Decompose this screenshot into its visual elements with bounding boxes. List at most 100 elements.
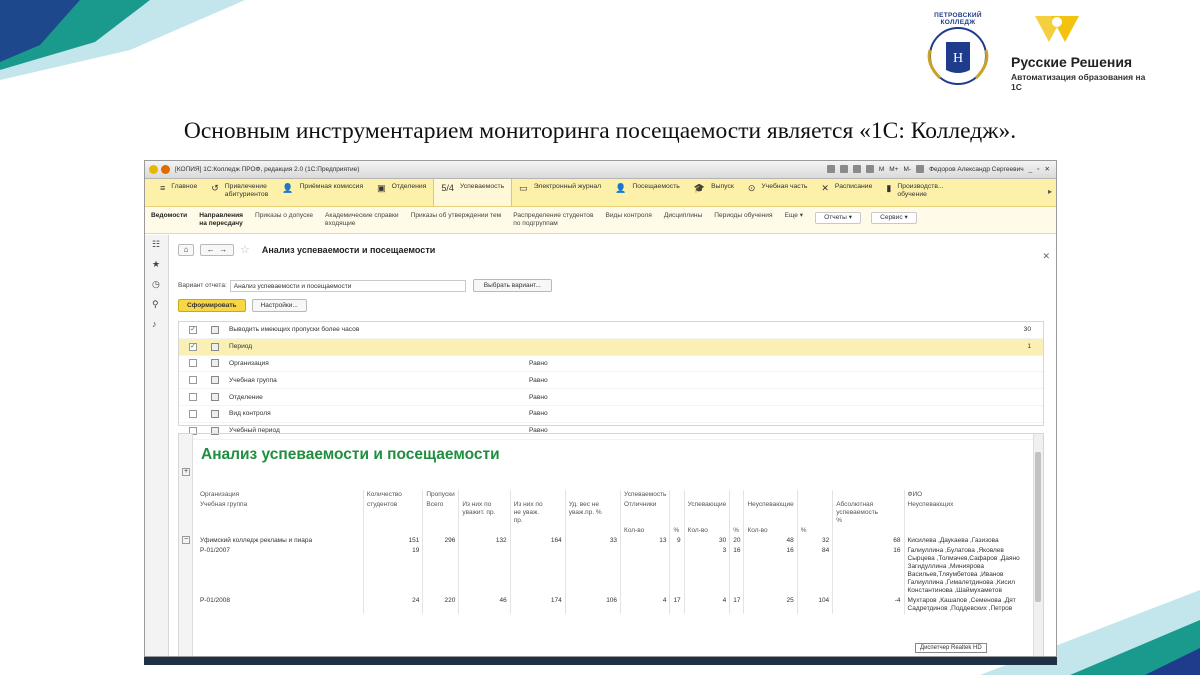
- sub-menu-item[interactable]: Приказы о допуске: [255, 212, 313, 220]
- favorites-star-icon[interactable]: ★: [152, 259, 160, 270]
- choose-variant-button[interactable]: Выбрать вариант...: [472, 279, 552, 292]
- sub-menu-item[interactable]: Приказы об утверждении тем: [411, 212, 502, 220]
- search-icon[interactable]: ⚲: [152, 299, 159, 310]
- table-cell: Количество: [363, 490, 424, 500]
- sub-menu-item[interactable]: Периоды обучения: [714, 212, 772, 220]
- menu-grid-icon[interactable]: ☷: [152, 239, 160, 250]
- sub-menu-item[interactable]: Еще ▾: [785, 212, 804, 220]
- restore-icon[interactable]: ▫: [1037, 166, 1039, 173]
- main-menu-label: Главное: [171, 183, 198, 190]
- table-cell: ФИО: [904, 490, 1036, 500]
- table-cell: Из них по уважит. пр.: [458, 500, 511, 526]
- sub-menu-button[interactable]: Отчеты ▾: [815, 212, 862, 224]
- back-forward-buttons[interactable]: ← →: [200, 243, 234, 256]
- collapse-icon[interactable]: −: [182, 536, 190, 544]
- table-cell: [669, 500, 685, 526]
- row-condition[interactable]: Равно: [529, 360, 548, 367]
- history-icon[interactable]: [916, 165, 925, 173]
- variant-input[interactable]: Анализ успеваемости и посещаемости: [229, 279, 466, 292]
- table-cell: 17: [729, 596, 745, 614]
- table-cell: %: [729, 526, 745, 536]
- main-menu-label: Расписание: [834, 183, 873, 190]
- favorite-star-icon[interactable]: ☆: [240, 243, 250, 256]
- row-checkbox[interactable]: [189, 376, 197, 385]
- form-title: Анализ успеваемости и посещаемости: [261, 244, 436, 255]
- main-menu-item[interactable]: 👤 Приёмная комиссия: [275, 179, 370, 206]
- row-type-icon: [211, 342, 219, 351]
- menu-item-icon: ▮: [886, 183, 892, 193]
- user-name[interactable]: Федоров Александр Сергеевич: [929, 166, 1024, 173]
- form-area: ⌂ ← → ☆ Анализ успеваемости и посещаемос…: [170, 235, 1056, 656]
- table-cell: Р-01/2007: [197, 546, 364, 596]
- minimize-icon[interactable]: _: [1029, 166, 1033, 173]
- sub-menu-item[interactable]: Академические справки входящие: [325, 212, 399, 228]
- settings-button[interactable]: Настройки...: [251, 299, 307, 312]
- memory-mplus[interactable]: M+: [889, 166, 898, 173]
- menu-item-icon: 🎓: [693, 183, 706, 193]
- report-settings: ✓ Выводить имеющих пропуски более часов 30…: [178, 321, 1044, 440]
- main-menu-item[interactable]: ▭ Электронный журнал: [512, 179, 608, 206]
- row-type-icon: [211, 359, 219, 368]
- table-cell: Пропуски: [422, 490, 460, 500]
- close-window-icon[interactable]: ✕: [1045, 165, 1050, 173]
- row-condition[interactable]: Равно: [529, 377, 548, 384]
- notifications-bell-icon[interactable]: ♪: [152, 319, 157, 329]
- main-menu-item[interactable]: 5/4 Успеваемость: [433, 179, 513, 206]
- menu-icon[interactable]: [161, 165, 170, 174]
- table-cell: Галиуллина ,Булатова ,Яковлев Сырцева ,То…: [904, 546, 1036, 596]
- row-type-icon: [211, 409, 219, 418]
- table-cell: [565, 526, 622, 536]
- taskbar: [144, 657, 1057, 665]
- row-condition[interactable]: Равно: [529, 394, 548, 401]
- sub-menu-button[interactable]: Сервис ▾: [871, 212, 917, 224]
- main-menu-item[interactable]: ≡ Главное: [153, 179, 204, 206]
- row-checkbox[interactable]: [189, 409, 197, 418]
- main-menu-item[interactable]: 👤 Посещаемость: [608, 179, 687, 206]
- print-icon[interactable]: [839, 165, 848, 173]
- save-icon[interactable]: [826, 165, 835, 173]
- table-cell: Всего: [422, 500, 460, 526]
- report-scrollbar[interactable]: [1033, 434, 1043, 656]
- sub-menu-item[interactable]: Виды контроля: [605, 212, 651, 220]
- memory-m[interactable]: M: [879, 166, 884, 173]
- sub-menu-item[interactable]: Направления на пересдачу: [199, 212, 243, 228]
- top-left-decoration: [0, 0, 245, 80]
- row-label: Период: [229, 343, 253, 351]
- sub-menu-item[interactable]: Ведомости: [151, 212, 187, 220]
- generate-button[interactable]: Сформировать: [178, 299, 246, 312]
- row-checkbox[interactable]: [189, 393, 197, 402]
- main-menu-item[interactable]: ▣ Отделения: [370, 179, 433, 206]
- history-icon[interactable]: ◷: [152, 279, 160, 290]
- home-icon[interactable]: ⌂: [178, 243, 194, 256]
- row-condition[interactable]: Равно: [529, 410, 548, 417]
- sub-menu-item[interactable]: Дисциплины: [664, 212, 702, 220]
- close-form-icon[interactable]: ✕: [1042, 251, 1050, 262]
- main-menu-item[interactable]: ✕ Расписание: [814, 179, 879, 206]
- menu-item-icon: ⊙: [747, 183, 756, 193]
- menu-scroll-right-icon[interactable]: ▸: [1048, 187, 1052, 196]
- row-value[interactable]: 30: [1024, 326, 1031, 333]
- report-table: Организация Количество Пропуски Успеваемост…: [197, 490, 1036, 614]
- table-cell: [743, 490, 798, 500]
- table-cell: [565, 546, 622, 596]
- expand-icon[interactable]: +: [182, 468, 190, 476]
- row-checkbox[interactable]: ✓: [189, 325, 197, 334]
- favorites-icon[interactable]: [852, 165, 861, 173]
- row-checkbox[interactable]: [189, 359, 197, 368]
- memory-mminus[interactable]: M-: [904, 166, 912, 173]
- slide-headline: Основным инструментарием мониторинга пос…: [183, 118, 1017, 144]
- table-cell: Абсолютная успеваемость%: [832, 500, 905, 526]
- settings-row: Организация Равно: [179, 356, 1043, 373]
- calc-icon[interactable]: [865, 165, 874, 173]
- row-value[interactable]: 1: [1027, 343, 1031, 350]
- main-menu-item[interactable]: 🎓 Выпуск: [687, 179, 741, 206]
- main-menu-item[interactable]: ▮ Производств... обучение: [879, 179, 950, 206]
- table-cell: 4: [620, 596, 671, 614]
- sub-menu-item[interactable]: Распределение студентов по подгруппам: [513, 212, 593, 228]
- row-checkbox[interactable]: ✓: [189, 342, 197, 351]
- variant-row: Вариант отчета: Анализ успеваемости и по…: [178, 279, 552, 292]
- table-cell: [797, 490, 834, 500]
- table-cell: 16: [743, 546, 798, 596]
- main-menu-item[interactable]: ⊙ Учебная часть: [741, 179, 814, 206]
- main-menu-item[interactable]: ↺ Привлечение абитуриентов: [204, 179, 275, 206]
